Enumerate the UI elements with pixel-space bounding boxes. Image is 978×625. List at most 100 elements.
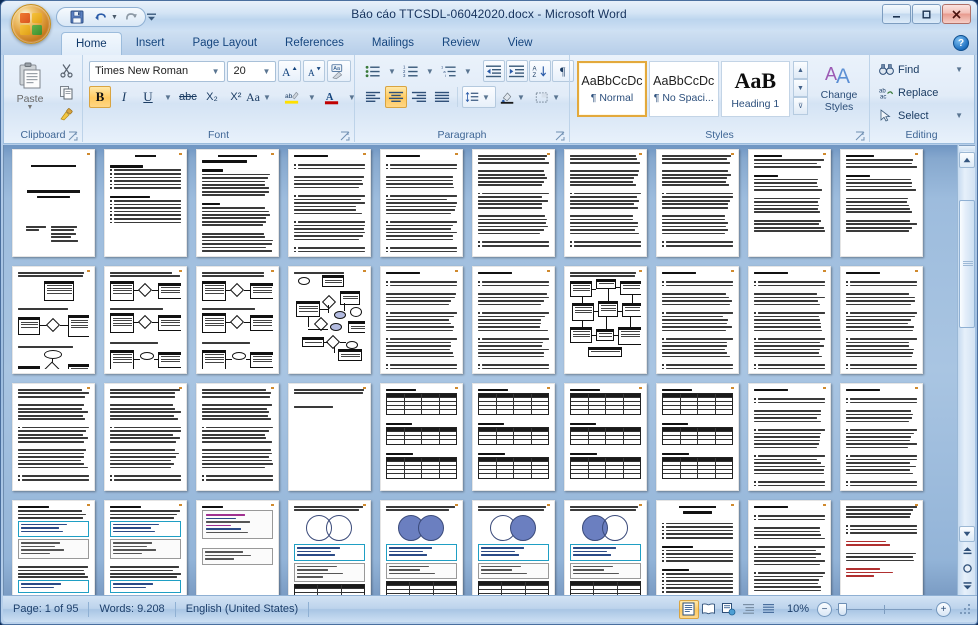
view-outline-button[interactable] [739,600,759,619]
view-full-screen-reading-button[interactable] [699,600,719,619]
multilevel-dropdown-caret[interactable]: ▼ [461,67,475,76]
bold-button[interactable]: B [89,86,111,108]
page-thumbnail[interactable] [656,500,739,595]
resize-grip-icon[interactable] [959,602,973,616]
superscript-button[interactable]: X² [225,86,247,108]
zoom-slider[interactable]: − + [817,602,957,617]
paste-dropdown-caret[interactable]: ▼ [27,105,34,110]
clear-formatting-button[interactable]: Aa [327,60,351,82]
tab-view[interactable]: View [494,31,547,55]
page-thumbnail[interactable] [748,266,831,374]
previous-page-button[interactable] [959,543,975,559]
view-print-layout-button[interactable] [679,600,699,619]
align-right-button[interactable] [408,86,430,108]
redo-button[interactable] [121,9,141,26]
zoom-level-label[interactable]: 10% [779,603,817,615]
cut-button[interactable] [53,60,79,81]
page-thumbnail[interactable] [380,383,463,491]
scrollbar-thumb[interactable] [959,200,975,328]
undo-dropdown-caret[interactable]: ▼ [111,14,118,21]
paste-button[interactable]: Paste ▼ [7,58,53,122]
borders-caret[interactable]: ▼ [549,93,563,102]
grow-font-button[interactable]: A [278,60,301,82]
page-thumbnail[interactable] [196,266,279,374]
undo-button[interactable] [90,9,110,26]
bullets-dropdown-caret[interactable]: ▼ [385,67,399,76]
tab-insert[interactable]: Insert [122,31,179,55]
page-thumbnail[interactable] [104,500,187,595]
numbering-dropdown-caret[interactable]: ▼ [423,67,437,76]
zoom-track[interactable] [836,609,932,610]
scroll-down-button[interactable] [959,526,975,542]
page-thumbnail[interactable] [656,383,739,491]
help-icon[interactable]: ? [953,35,969,51]
font-name-caret[interactable]: ▼ [209,67,223,76]
line-spacing-button[interactable]: ▼ [462,86,496,108]
font-size-caret[interactable]: ▼ [259,67,273,76]
page-thumbnail[interactable] [288,149,371,257]
styles-scroll-down-button[interactable]: ▼ [793,79,808,97]
underline-button[interactable]: U [137,86,159,108]
page-thumbnail[interactable] [472,266,555,374]
page-thumbnail[interactable] [748,383,831,491]
page-thumbnail[interactable] [564,383,647,491]
page-thumbnail[interactable] [196,149,279,257]
page-thumbnail[interactable] [564,149,647,257]
clipboard-dialog-launcher[interactable] [68,129,79,140]
page-thumbnail[interactable] [104,383,187,491]
replace-button[interactable]: ab ac Replace [875,82,970,103]
font-dialog-launcher[interactable] [340,129,351,140]
center-button[interactable] [385,86,407,108]
view-web-layout-button[interactable] [719,600,739,619]
find-dropdown-caret[interactable]: ▼ [952,65,966,74]
word-count-indicator[interactable]: Words: 9.208 [89,600,174,619]
italic-button[interactable]: I [113,86,135,108]
tab-home[interactable]: Home [61,32,122,55]
find-button[interactable]: Find ▼ [875,59,970,80]
page-thumbnail[interactable] [564,266,647,374]
page-thumbnail[interactable] [840,149,923,257]
document-canvas[interactable] [3,145,975,595]
tab-mailings[interactable]: Mailings [358,31,428,55]
format-painter-button[interactable] [53,104,79,125]
tab-review[interactable]: Review [428,31,494,55]
page-thumbnail[interactable] [472,149,555,257]
zoom-in-button[interactable]: + [936,602,951,617]
styles-scroll-up-button[interactable]: ▲ [793,61,808,79]
page-thumbnail[interactable] [12,500,95,595]
page-thumbnail[interactable] [288,266,371,374]
page-thumbnail[interactable] [288,383,371,491]
page-indicator[interactable]: Page: 1 of 95 [3,600,88,619]
page-thumbnail[interactable] [380,500,463,595]
page-thumbnail[interactable] [196,500,279,595]
style-heading-1[interactable]: AaB Heading 1 [721,61,791,117]
page-thumbnail[interactable] [472,500,555,595]
page-thumbnail[interactable] [748,149,831,257]
close-button[interactable] [942,4,971,24]
copy-button[interactable] [53,82,79,103]
increase-indent-button[interactable] [506,60,528,82]
justify-button[interactable] [431,86,453,108]
shading-caret[interactable]: ▼ [514,93,528,102]
page-thumbnail[interactable] [104,266,187,374]
page-thumbnail[interactable] [12,149,95,257]
page-thumbnail[interactable] [840,383,923,491]
view-draft-button[interactable] [759,600,779,619]
strikethrough-button[interactable]: abc [177,86,199,108]
page-thumbnail[interactable] [288,500,371,595]
align-left-button[interactable] [362,86,384,108]
numbering-button[interactable]: 1 2 3 [400,60,422,82]
next-page-button[interactable] [959,577,975,593]
styles-more-button[interactable]: ⊽ [793,97,808,115]
underline-dropdown-caret[interactable]: ▼ [161,93,175,102]
vertical-scrollbar[interactable] [957,145,975,595]
zoom-out-button[interactable]: − [817,602,832,617]
page-thumbnail[interactable] [380,266,463,374]
page-thumbnail[interactable] [840,500,923,595]
bullets-button[interactable] [362,60,384,82]
shading-button[interactable]: ▼ [497,86,531,108]
page-thumbnail[interactable] [472,383,555,491]
page-thumbnail[interactable] [12,383,95,491]
font-size-input[interactable]: 20 ▼ [227,61,276,82]
highlight-dropdown-caret[interactable]: ▼ [305,93,319,102]
